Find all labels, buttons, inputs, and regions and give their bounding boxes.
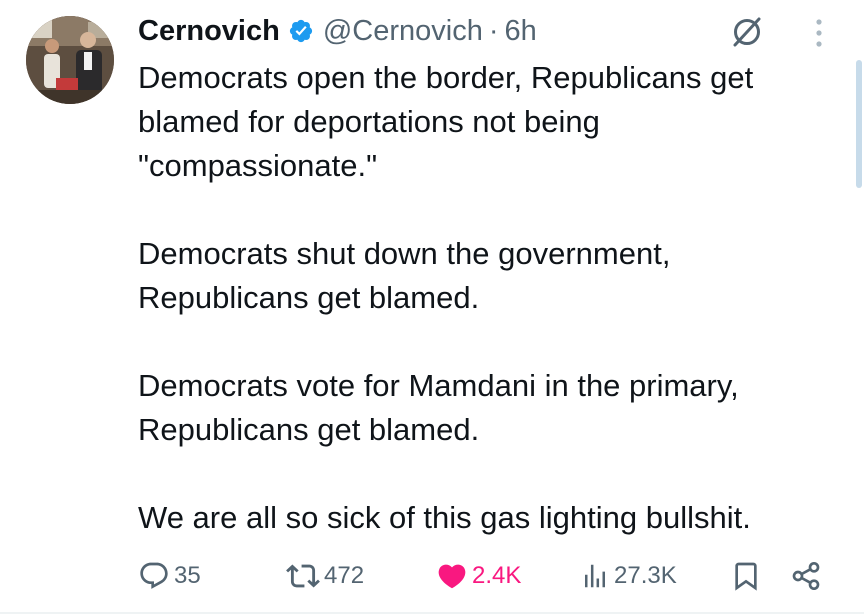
reply-count: 35 — [174, 562, 201, 589]
action-bar: 35 472 2.4K 27.3K — [0, 556, 864, 596]
repost-icon — [286, 564, 320, 588]
author-handle[interactable]: @Cernovich — [323, 15, 483, 48]
reply-button[interactable]: 35 — [138, 556, 201, 596]
repost-count: 472 — [324, 562, 365, 589]
verified-badge-icon[interactable] — [288, 18, 314, 44]
avatar[interactable] — [26, 16, 114, 104]
tweet-paragraph: Democrats open the border, Republicans g… — [138, 60, 754, 183]
tweet-text: Democrats open the border, Republicans g… — [138, 56, 838, 540]
bookmark-icon — [735, 562, 757, 591]
heart-icon — [438, 564, 466, 589]
like-button[interactable]: 2.4K — [436, 556, 521, 596]
tweet-paragraph: Democrats shut down the government, Repu… — [138, 236, 671, 315]
tweet-paragraph: We are all so sick of this gas lighting … — [138, 500, 751, 535]
share-icon — [792, 562, 820, 590]
share-button[interactable] — [790, 556, 822, 596]
tweet-header: Cernovich @Cernovich · 6h — [138, 10, 537, 52]
separator-dot: · — [488, 14, 499, 47]
repost-button[interactable]: 472 — [286, 556, 364, 596]
author-name[interactable]: Cernovich — [138, 15, 280, 48]
tweet-paragraph: Democrats vote for Mamdani in the primar… — [138, 368, 739, 447]
tweet[interactable]: Cernovich @Cernovich · 6h Democrats open… — [0, 0, 864, 616]
divider — [0, 612, 864, 614]
views-button[interactable]: 27.3K — [580, 556, 677, 596]
more-vertical-icon[interactable] — [808, 16, 830, 50]
like-count: 2.4K — [472, 562, 522, 589]
grok-icon[interactable] — [728, 13, 766, 51]
scrollbar[interactable] — [856, 60, 862, 188]
timestamp[interactable]: 6h — [505, 15, 537, 48]
reply-icon — [140, 562, 168, 589]
views-icon — [585, 564, 605, 588]
views-count: 27.3K — [614, 562, 677, 589]
bookmark-button[interactable] — [730, 556, 762, 596]
